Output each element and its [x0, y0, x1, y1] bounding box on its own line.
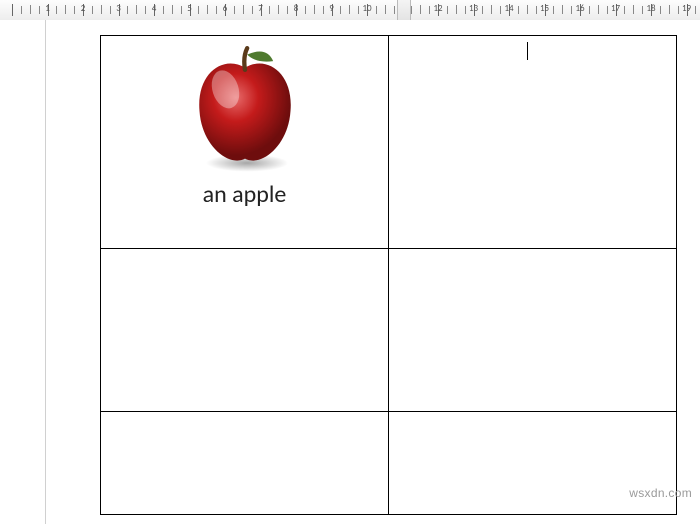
ruler-tick	[30, 5, 31, 14]
ruler-tick	[624, 6, 625, 14]
ruler-tick	[136, 5, 137, 14]
ruler-number: 12	[433, 3, 442, 14]
ruler-tick	[21, 6, 22, 14]
ruler-tick	[207, 5, 208, 14]
ruler-tick	[172, 5, 173, 14]
ruler-tick	[491, 5, 492, 14]
ruler-tick	[74, 6, 75, 14]
table-row[interactable]	[101, 249, 677, 412]
ruler-number: 6	[223, 3, 228, 14]
ruler-number: 2	[81, 3, 86, 14]
watermark-text: wsxdn.com	[629, 486, 692, 500]
page-left-margin-guide	[45, 20, 46, 524]
cell-content: an apple	[107, 42, 382, 242]
ruler-tick	[65, 5, 66, 14]
ruler-tick	[429, 6, 430, 14]
ruler-page-break	[397, 0, 411, 20]
ruler-tick	[216, 6, 217, 14]
ruler-tick	[394, 6, 395, 14]
ruler-tick	[465, 6, 466, 14]
horizontal-ruler[interactable]: 12345678910111213141516171819	[0, 0, 700, 21]
ruler-number: 7	[258, 3, 263, 14]
ruler-tick	[482, 6, 483, 14]
ruler-tick	[243, 5, 244, 14]
ruler-number: 16	[575, 3, 584, 14]
ruler-tick	[518, 6, 519, 14]
ruler-tick	[278, 5, 279, 14]
ruler-number: 10	[362, 3, 371, 14]
ruler-tick	[553, 6, 554, 14]
text-cursor	[527, 42, 528, 60]
table-cell[interactable]	[389, 36, 677, 249]
ruler-tick	[562, 5, 563, 14]
table-row[interactable]	[101, 412, 677, 515]
ruler-tick	[252, 6, 253, 14]
ruler-tick	[145, 6, 146, 14]
ruler-number: 13	[469, 3, 478, 14]
document-table[interactable]: an apple	[100, 35, 677, 515]
ruler-number: 14	[504, 3, 513, 14]
table-cell[interactable]	[101, 412, 389, 515]
table-cell[interactable]	[389, 249, 677, 412]
cell-caption: an apple	[203, 180, 287, 209]
table-cell[interactable]: an apple	[101, 36, 389, 249]
ruler-tick	[181, 6, 182, 14]
ruler-tick	[234, 6, 235, 14]
ruler-tick	[56, 6, 57, 14]
ruler-tick	[305, 6, 306, 14]
ruler-number: 4	[152, 3, 157, 14]
ruler-tick	[127, 6, 128, 14]
ruler-number: 3	[116, 3, 121, 14]
ruler-number: 18	[646, 3, 655, 14]
ruler-tick	[571, 6, 572, 14]
ruler-tick	[349, 5, 350, 14]
ruler-tick	[420, 5, 421, 14]
ruler-tick	[500, 6, 501, 14]
ruler-number: 5	[187, 3, 192, 14]
ruler-tick	[323, 6, 324, 14]
ruler-tick	[376, 6, 377, 14]
ruler-tick	[660, 6, 661, 14]
ruler-tick	[642, 6, 643, 14]
ruler-tick	[198, 6, 199, 14]
ruler-number: 9	[329, 3, 334, 14]
ruler-tick	[607, 6, 608, 14]
ruler-number: 17	[611, 3, 620, 14]
ruler-tick	[101, 5, 102, 14]
ruler-tick	[287, 6, 288, 14]
ruler-tick	[269, 6, 270, 14]
ruler-tick	[92, 6, 93, 14]
apple-icon	[180, 46, 310, 176]
ruler-tick	[598, 5, 599, 14]
ruler-tick	[12, 4, 13, 16]
ruler-tick	[340, 6, 341, 14]
ruler-tick	[447, 6, 448, 14]
ruler-tick	[536, 6, 537, 14]
ruler-tick	[456, 5, 457, 14]
ruler-number: 19	[682, 3, 691, 14]
table-row[interactable]: an apple	[101, 36, 677, 249]
ruler-tick	[527, 5, 528, 14]
ruler-tick	[633, 5, 634, 14]
ruler-tick	[110, 6, 111, 14]
ruler-tick	[411, 6, 412, 14]
table-cell[interactable]	[101, 249, 389, 412]
ruler-number: 8	[294, 3, 299, 14]
ruler-number: 1	[45, 3, 50, 14]
ruler-tick	[669, 5, 670, 14]
ruler-number: 15	[540, 3, 549, 14]
document-canvas[interactable]: an apple wsxdn.com	[0, 20, 700, 524]
ruler-tick	[314, 5, 315, 14]
ruler-tick	[589, 6, 590, 14]
ruler-tick	[163, 6, 164, 14]
ruler-tick	[695, 6, 696, 14]
ruler-tick	[385, 5, 386, 14]
ruler-tick	[678, 6, 679, 14]
ruler-tick	[358, 6, 359, 14]
ruler-tick	[39, 6, 40, 14]
